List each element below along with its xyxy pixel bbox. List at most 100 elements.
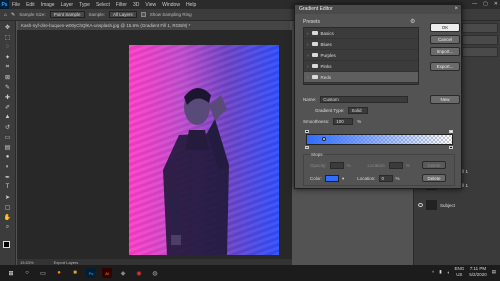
volume-icon[interactable]: ◖: [447, 270, 450, 275]
panel-tab[interactable]: [462, 47, 498, 57]
pen-tool-icon[interactable]: ✒: [3, 173, 13, 181]
home-icon[interactable]: ⌂: [4, 12, 7, 18]
new-button[interactable]: New: [430, 95, 460, 104]
hand-tool-icon[interactable]: ✋: [3, 213, 13, 221]
eyedropper-tool-icon[interactable]: ✎: [3, 83, 13, 91]
chevron-right-icon[interactable]: ›: [307, 53, 309, 58]
healing-tool-icon[interactable]: ✚: [3, 93, 13, 101]
chevron-up-icon[interactable]: ^: [432, 270, 434, 275]
notification-icon[interactable]: ▤: [492, 269, 496, 275]
search-icon[interactable]: ○: [22, 268, 32, 278]
smoothness-input[interactable]: 100: [333, 118, 354, 125]
panel-tab[interactable]: [462, 23, 498, 33]
language-indicator[interactable]: ENG US: [454, 266, 464, 278]
document-tab[interactable]: Kash-nyf-dire-buquen-w00yChQlKA-unsplash…: [18, 21, 290, 30]
canvas-image[interactable]: [129, 45, 279, 255]
clock[interactable]: 7:11 PM 5/2/2020: [469, 266, 487, 278]
zoom-tool-icon[interactable]: ⌕: [3, 223, 13, 231]
dodge-tool-icon[interactable]: ◐: [3, 163, 13, 171]
sample-select[interactable]: All Layers: [109, 11, 137, 18]
chevron-right-icon[interactable]: ›: [307, 42, 309, 47]
shape-tool-icon[interactable]: ▢: [3, 203, 13, 211]
close-icon[interactable]: ×: [454, 5, 458, 14]
preset-folder-reds[interactable]: › Reds: [304, 72, 418, 83]
file-explorer-icon[interactable]: ■: [70, 268, 80, 278]
preset-folder-pinks[interactable]: › Pinks: [304, 61, 418, 72]
eye-icon[interactable]: [418, 203, 423, 207]
name-field[interactable]: Custom: [320, 96, 409, 103]
menu-help[interactable]: Help: [183, 2, 199, 8]
sample-size-select[interactable]: Point Sample: [49, 11, 85, 18]
ok-button[interactable]: OK: [430, 23, 460, 32]
layer-row[interactable]: Subject: [414, 198, 500, 212]
color-location-input[interactable]: 0: [378, 175, 393, 182]
gradient-midpoint[interactable]: [322, 137, 326, 141]
menu-window[interactable]: Window: [159, 2, 183, 8]
color-stop-left[interactable]: [305, 146, 309, 149]
menu-3d[interactable]: 3D: [130, 2, 142, 8]
export-button[interactable]: Export...: [430, 62, 460, 71]
cancel-button[interactable]: Cancel: [430, 35, 460, 44]
opacity-stop-right[interactable]: [449, 130, 453, 133]
import-button[interactable]: Import...: [430, 47, 460, 56]
path-select-icon[interactable]: ➤: [3, 193, 13, 201]
chevron-right-icon[interactable]: ›: [307, 31, 309, 36]
frame-tool-icon[interactable]: ⊠: [3, 73, 13, 81]
gradient-tool-icon[interactable]: ▤: [3, 143, 13, 151]
menu-image[interactable]: Image: [38, 2, 58, 8]
app-icon[interactable]: ◆: [118, 268, 128, 278]
close-button[interactable]: ✕: [494, 1, 498, 7]
crop-tool-icon[interactable]: ⌗: [3, 63, 13, 71]
type-tool-icon[interactable]: T: [3, 183, 13, 191]
illustrator-taskbar-icon[interactable]: Ai: [102, 268, 112, 278]
gradient-preview-bar[interactable]: [306, 134, 453, 145]
menu-select[interactable]: Select: [93, 2, 113, 8]
chevron-right-icon[interactable]: ›: [307, 64, 309, 69]
delete-color-stop-button[interactable]: Delete: [422, 174, 446, 182]
menu-filter[interactable]: Filter: [113, 2, 130, 8]
layer-name[interactable]: Subject: [440, 203, 455, 208]
network-icon[interactable]: ▮: [439, 269, 441, 275]
stop-color-swatch[interactable]: [325, 175, 340, 182]
name-row: Name: Custom: [303, 96, 409, 103]
menu-type[interactable]: Type: [76, 2, 93, 8]
opacity-stop-left[interactable]: [305, 130, 309, 133]
record-icon[interactable]: ◉: [134, 268, 144, 278]
minimize-button[interactable]: —: [472, 1, 477, 7]
chevron-right-icon[interactable]: ›: [307, 75, 309, 80]
chevron-down-icon[interactable]: ▾: [342, 176, 344, 182]
show-sampling-ring-checkbox[interactable]: [140, 12, 146, 17]
blur-tool-icon[interactable]: ●: [3, 153, 13, 161]
menu-layer[interactable]: Layer: [58, 2, 77, 8]
preset-folder-purples[interactable]: › Purples: [304, 50, 418, 61]
eyedropper-icon[interactable]: ✎: [11, 12, 15, 18]
foreground-color-swatch[interactable]: [3, 241, 10, 248]
move-tool-icon[interactable]: ✥: [3, 23, 13, 31]
marquee-tool-icon[interactable]: ⬚: [3, 33, 13, 41]
firefox-icon[interactable]: ●: [54, 268, 64, 278]
history-brush-icon[interactable]: ↺: [3, 123, 13, 131]
photoshop-taskbar-icon[interactable]: Ps: [86, 268, 96, 278]
brush-tool-icon[interactable]: ✐: [3, 103, 13, 111]
gradient-type-select[interactable]: Solid: [348, 107, 369, 114]
eraser-tool-icon[interactable]: ▭: [3, 133, 13, 141]
windows-start-icon[interactable]: ⊞: [6, 268, 16, 278]
stamp-tool-icon[interactable]: ▲: [3, 113, 13, 121]
task-view-icon[interactable]: ▭: [38, 268, 48, 278]
preset-folder-blues[interactable]: › Blues: [304, 39, 418, 50]
zoom-level[interactable]: 15.63%: [20, 260, 34, 265]
menu-view[interactable]: View: [142, 2, 159, 8]
canvas-area[interactable]: [17, 30, 292, 259]
gear-icon[interactable]: ⚙: [410, 18, 415, 25]
lasso-tool-icon[interactable]: ◌: [3, 43, 13, 51]
app-icon[interactable]: ◍: [150, 268, 160, 278]
maximize-button[interactable]: ▢: [483, 1, 488, 7]
preset-folder-basics[interactable]: › Basics: [304, 28, 418, 39]
color-stop-right[interactable]: [449, 146, 453, 149]
menu-edit[interactable]: Edit: [23, 2, 38, 8]
color-swatches[interactable]: [3, 241, 13, 251]
panel-tab[interactable]: [462, 35, 498, 45]
opacity-location-input: [388, 162, 403, 169]
menu-file[interactable]: File: [9, 2, 23, 8]
quick-select-tool-icon[interactable]: ✦: [3, 53, 13, 61]
